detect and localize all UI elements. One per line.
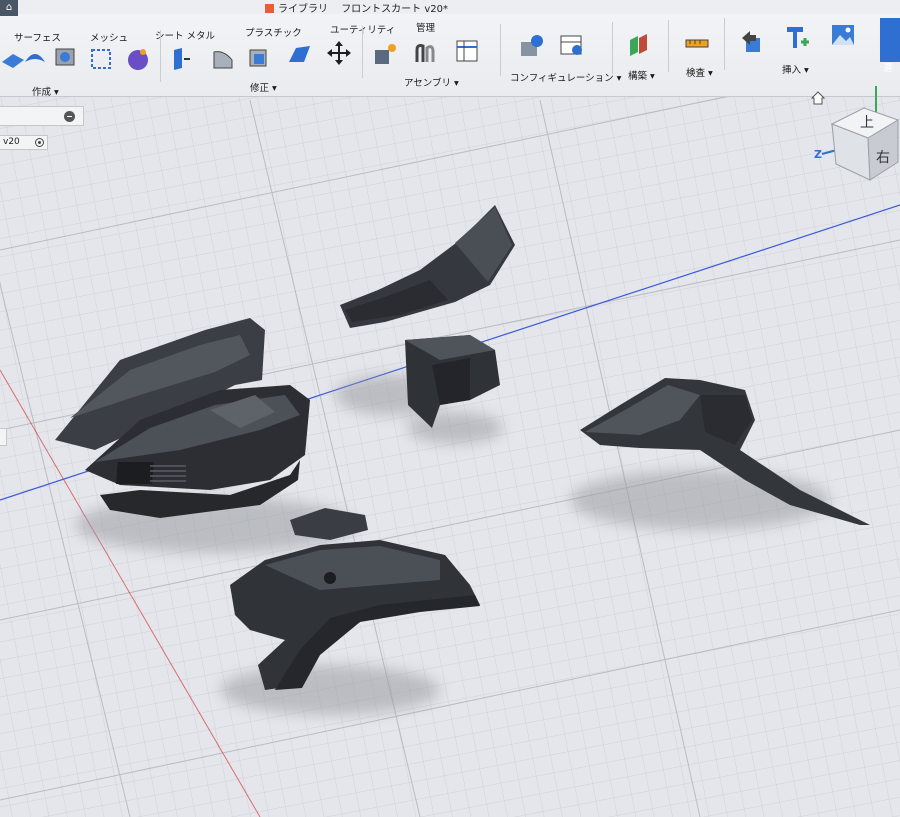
document-title: フロントスカート v20*: [341, 4, 449, 15]
z-axis-label: Z: [814, 148, 822, 161]
menu-modify[interactable]: 修正 ▾: [250, 80, 277, 94]
separator: [724, 18, 725, 70]
tab-sheet-metal[interactable]: シート メタル: [155, 28, 215, 42]
tab-manage[interactable]: 管理: [416, 20, 435, 34]
collapse-icon[interactable]: [64, 111, 75, 122]
joint-icon[interactable]: [412, 40, 438, 66]
viewcube-top-face[interactable]: 上: [860, 115, 874, 131]
menu-configure[interactable]: コンフィギュレーション ▾: [510, 70, 621, 84]
shell-icon[interactable]: [246, 44, 272, 70]
select-icon[interactable]: [880, 18, 900, 62]
menu-select[interactable]: 選: [883, 60, 893, 74]
design-canvas[interactable]: [0, 0, 900, 817]
visibility-icon[interactable]: [35, 138, 44, 147]
new-component-icon[interactable]: [372, 42, 398, 68]
viewcube[interactable]: 上 右 Z: [812, 84, 900, 184]
boss-icon[interactable]: [286, 42, 312, 68]
tab-plastic[interactable]: プラスチック: [245, 25, 302, 39]
configuration-table-icon[interactable]: [558, 32, 584, 58]
title-bar: [0, 0, 900, 14]
configure-icon[interactable]: [518, 34, 544, 60]
separator: [500, 24, 501, 76]
viewcube-right-face[interactable]: 右: [876, 150, 890, 166]
separator: [612, 22, 613, 74]
separator: [160, 30, 161, 82]
menu-inspect[interactable]: 検査 ▾: [686, 65, 713, 79]
browser-panel-header[interactable]: [0, 106, 84, 126]
ribbon-toolbar: ⌂ ライブラリ フロントスカート v20* サーフェス メッシュ シート メタル…: [0, 0, 900, 98]
library-label[interactable]: ライブラリ: [278, 4, 328, 15]
library-cube-icon: [265, 4, 274, 13]
tab-surface[interactable]: サーフェス: [14, 30, 61, 44]
mesh-sphere-icon[interactable]: [125, 46, 151, 72]
document-title-area: ライブラリ フロントスカート v20*: [265, 0, 448, 15]
separator: [362, 26, 363, 78]
menu-construct[interactable]: 構築 ▾: [628, 68, 655, 82]
bend-icon[interactable]: [210, 46, 236, 72]
menu-assemble[interactable]: アセンブリ ▾: [404, 75, 459, 89]
mesh-section-icon[interactable]: [88, 46, 114, 72]
side-panel-tab[interactable]: [0, 428, 7, 446]
insert-text-icon[interactable]: [784, 24, 810, 50]
insert-image-icon[interactable]: [830, 22, 856, 48]
measure-icon[interactable]: [684, 30, 710, 56]
flange-icon[interactable]: [168, 46, 194, 72]
version-row[interactable]: v20: [0, 135, 48, 150]
bom-table-icon[interactable]: [454, 38, 480, 64]
home-icon[interactable]: ⌂: [0, 0, 18, 16]
version-label: v20: [3, 137, 20, 147]
patch-icon[interactable]: [52, 44, 78, 70]
revolve-surface-icon[interactable]: [22, 44, 48, 70]
insert-derive-icon[interactable]: [740, 28, 766, 54]
offset-plane-icon[interactable]: [626, 32, 652, 58]
menu-create[interactable]: 作成 ▾: [32, 84, 59, 98]
move-icon[interactable]: [326, 40, 352, 66]
separator: [668, 20, 669, 72]
menu-insert[interactable]: 挿入 ▾: [782, 62, 809, 76]
tab-mesh[interactable]: メッシュ: [90, 30, 128, 44]
